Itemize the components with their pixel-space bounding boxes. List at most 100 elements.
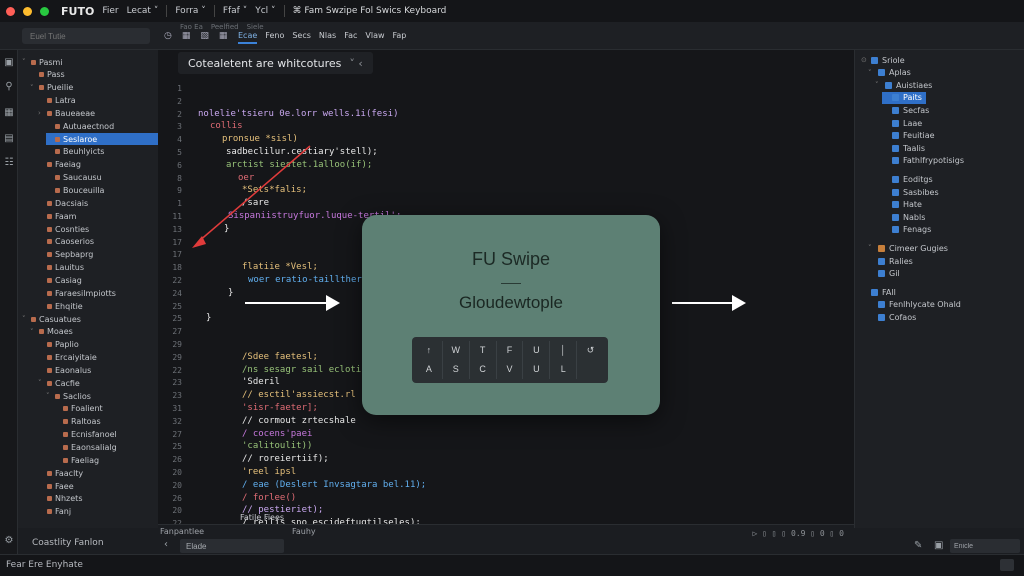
- outline-item[interactable]: Taalis: [882, 142, 925, 154]
- chevron-left-icon[interactable]: ‹: [164, 539, 168, 550]
- outline-item[interactable]: Laae: [882, 117, 922, 129]
- code-line[interactable]: oer: [238, 173, 254, 183]
- code-line[interactable]: 'Sderil: [242, 377, 280, 387]
- menu-fier[interactable]: Fier: [102, 6, 118, 16]
- chevron-down-icon[interactable]: ›: [38, 109, 44, 117]
- code-line[interactable]: /Sdee faetesl;: [242, 352, 318, 362]
- tab-fap[interactable]: Fap: [393, 31, 407, 44]
- panel-input[interactable]: [180, 539, 284, 553]
- tree-item[interactable]: Ehqitie: [38, 300, 83, 312]
- tab-vlaw[interactable]: Vlaw: [365, 31, 384, 44]
- chevron-down-icon[interactable]: ˅: [868, 244, 874, 252]
- tree-item[interactable]: Faraesilmpiotts: [38, 287, 116, 299]
- outline-item[interactable]: Secfas: [882, 104, 929, 116]
- outline-item[interactable]: Fenlhlycate Ohald: [868, 299, 961, 311]
- folder-icon[interactable]: ▣: [3, 58, 15, 68]
- layout-icon[interactable]: [1000, 559, 1014, 571]
- tree-item[interactable]: Dacsiais: [38, 197, 88, 209]
- tree-item[interactable]: Ecnisfanoel: [54, 429, 117, 441]
- code-line[interactable]: }: [224, 224, 229, 234]
- tree-item[interactable]: Lauitus: [38, 262, 84, 274]
- outline-item[interactable]: ˅ Auistiaes: [875, 79, 932, 91]
- minimize-window-button[interactable]: [23, 6, 32, 16]
- tree-item[interactable]: Fanj: [38, 506, 71, 518]
- code-line[interactable]: nolelie'tsieru 0e.lorr wells.1i(fesi): [198, 109, 398, 119]
- tree-item[interactable]: ˅ Moaes: [30, 326, 73, 338]
- menu-forra[interactable]: Forra ˅: [175, 6, 205, 16]
- menu-ycl[interactable]: Ycl ˅: [255, 6, 275, 16]
- tree-item[interactable]: Autuaectnod: [46, 120, 114, 132]
- code-line[interactable]: // roreiertiif);: [242, 454, 329, 464]
- code-line[interactable]: // cormout zrtecshale: [242, 416, 356, 426]
- copy-icon[interactable]: ▧: [200, 31, 209, 41]
- clock-icon[interactable]: ◷: [164, 31, 172, 41]
- chevron-down-icon[interactable]: ˅: [30, 328, 36, 336]
- code-line[interactable]: / cocens'paei: [242, 429, 312, 439]
- grid-icon[interactable]: ▦: [219, 31, 228, 41]
- panel-tab[interactable]: Fanpantlee: [160, 527, 204, 536]
- tree-item[interactable]: Faee: [38, 480, 74, 492]
- right-filter-input[interactable]: [950, 539, 1020, 553]
- code-line[interactable]: }: [206, 313, 211, 323]
- tree-item[interactable]: Foalient: [54, 403, 103, 415]
- tree-item[interactable]: Eaonsalialg: [54, 442, 117, 454]
- outline-item[interactable]: Fathlfrypotisigs: [882, 155, 964, 167]
- tree-item[interactable]: Eaonalus: [38, 364, 91, 376]
- code-line[interactable]: pronsue *sisl): [222, 134, 298, 144]
- tree-item[interactable]: Pass: [30, 69, 65, 81]
- extensions-icon[interactable]: ▤: [3, 134, 15, 144]
- tree-item[interactable]: Sepbaprg: [38, 249, 93, 261]
- settings-icon[interactable]: ⚙: [3, 536, 15, 546]
- code-line[interactable]: 'calitoulit)): [242, 441, 312, 451]
- tree-item[interactable]: Nhzets: [38, 493, 82, 505]
- chevron-down-icon[interactable]: ˅: [875, 81, 881, 89]
- chevron-down-icon[interactable]: ˅: [22, 58, 28, 66]
- panel-icon[interactable]: ▣: [934, 540, 943, 551]
- code-line[interactable]: arctist siestet.1alloo(if);: [226, 160, 372, 170]
- tree-item[interactable]: Ercaiyitaie: [38, 352, 97, 364]
- tree-item[interactable]: ˅ Pueilie: [30, 82, 73, 94]
- menu-lecat[interactable]: Lecat ˅: [127, 6, 159, 16]
- outline-item[interactable]: Cofaos: [868, 311, 916, 323]
- chevron-down-icon[interactable]: ˅: [22, 315, 28, 323]
- editor-tab[interactable]: Cotealetent are whitcotures ˅ ‹: [178, 52, 373, 74]
- chevron-down-icon[interactable]: ˅: [38, 379, 44, 387]
- maximize-window-button[interactable]: [40, 6, 49, 16]
- code-line[interactable]: /sare: [242, 198, 269, 208]
- search-input[interactable]: [22, 28, 150, 44]
- outline-item[interactable]: ⊙ Sriole: [861, 54, 905, 66]
- tree-item[interactable]: Beuhlyicts: [46, 146, 104, 158]
- tree-item[interactable]: Seslaroe: [46, 133, 158, 146]
- code-line[interactable]: 'reel ipsl: [242, 467, 296, 477]
- tree-item[interactable]: Faeiag: [38, 159, 81, 171]
- panel-tab[interactable]: Fatile Fiees: [240, 513, 284, 522]
- tab-nlas[interactable]: Nlas: [319, 31, 336, 44]
- tree-item[interactable]: Paplio: [38, 339, 79, 351]
- tab-fac[interactable]: Fac: [344, 31, 357, 44]
- tree-item[interactable]: Saucausu: [46, 172, 102, 184]
- tree-item[interactable]: › Baueaeae: [38, 107, 95, 119]
- tree-item[interactable]: Faeliag: [54, 454, 99, 466]
- tree-item[interactable]: Faam: [38, 210, 76, 222]
- code-line[interactable]: // esctil'assiecst.rl: [242, 390, 356, 400]
- tree-item[interactable]: Casiag: [38, 274, 82, 286]
- tree-item[interactable]: Raltoas: [54, 416, 101, 428]
- tab-feno[interactable]: Feno: [265, 31, 284, 44]
- chevron-down-icon[interactable]: ˅: [30, 84, 36, 92]
- code-line[interactable]: sadbeclilur.cestiary'stell);: [226, 147, 378, 157]
- code-line[interactable]: woer eratio-taillther: [248, 275, 362, 285]
- outline-item[interactable]: Eoditgs: [882, 173, 933, 185]
- chevron-down-icon[interactable]: ˅: [46, 392, 52, 400]
- outline-item[interactable]: Paits: [882, 91, 926, 104]
- tree-item[interactable]: ˅ Saclios: [46, 390, 91, 402]
- outline-item[interactable]: Hate: [882, 199, 922, 211]
- outline-item[interactable]: Sasbibes: [882, 186, 939, 198]
- code-line[interactable]: flatiie *Vesl;: [242, 262, 318, 272]
- outline-item[interactable]: Feuitiae: [882, 130, 935, 142]
- tab-secs[interactable]: Secs: [292, 31, 311, 44]
- code-line[interactable]: 'sisr-faeter];: [242, 403, 318, 413]
- editor-tab-controls[interactable]: ˅ ‹: [349, 57, 362, 70]
- code-line[interactable]: collis: [210, 121, 243, 131]
- pen-icon[interactable]: ✎: [914, 540, 922, 551]
- tree-item[interactable]: Bouceuilla: [46, 185, 104, 197]
